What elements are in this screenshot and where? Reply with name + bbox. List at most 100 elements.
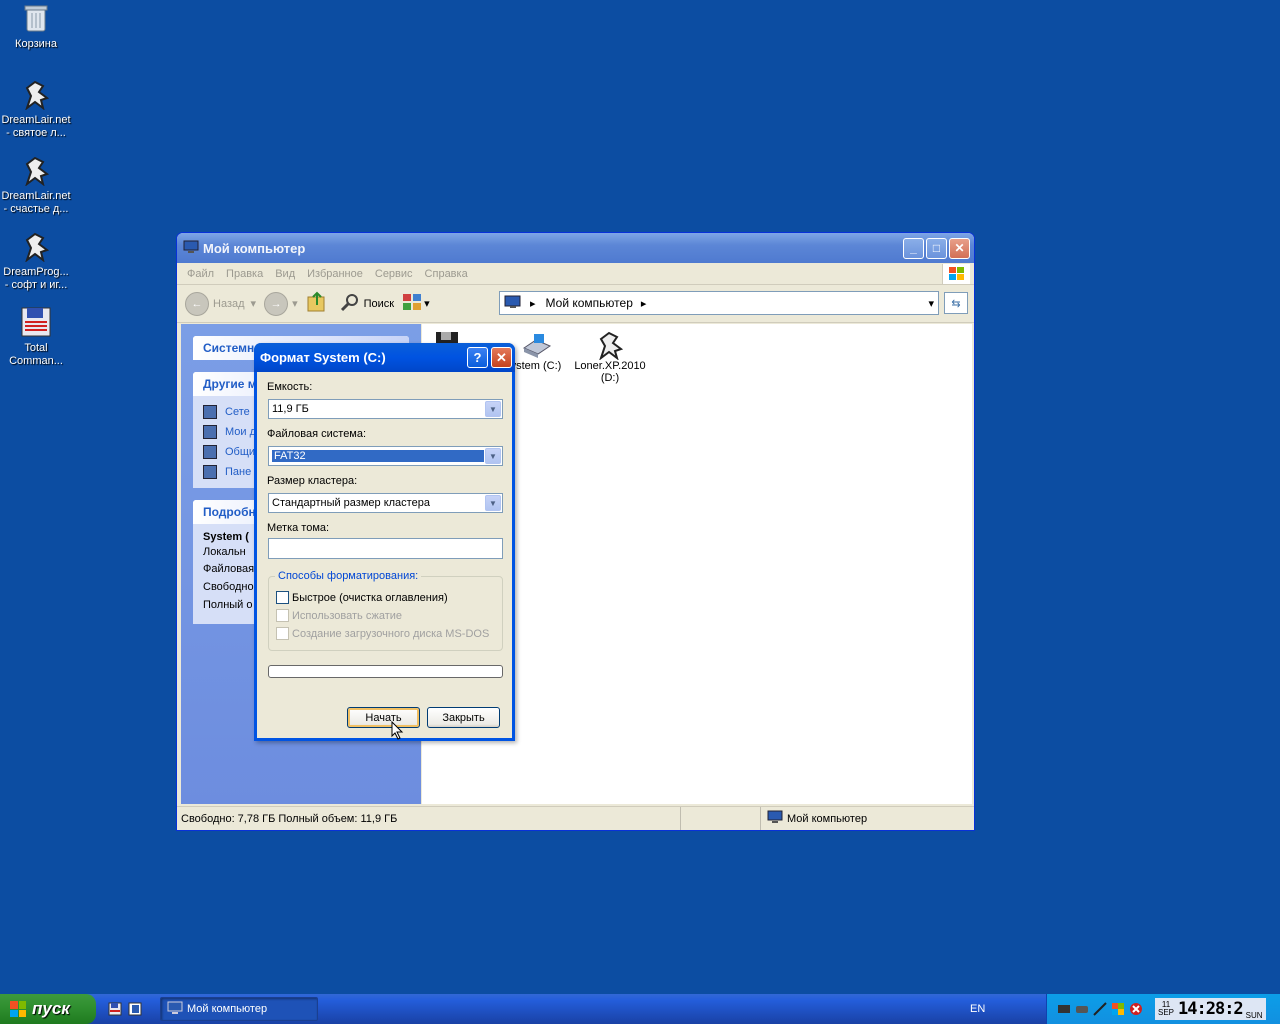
dreamlair-icon [20, 230, 52, 262]
start-button[interactable]: пуск [0, 994, 96, 1024]
close-dialog-button[interactable]: Закрыть [427, 707, 500, 728]
checkbox-box[interactable] [276, 591, 289, 604]
desktop-icon-total-commander[interactable]: Total Comman... [0, 306, 72, 368]
desktop-icon-label: DreamLair.net - святое л... [1, 114, 71, 139]
my-documents-icon [203, 425, 217, 439]
cluster-size-label: Размер кластера: [267, 475, 358, 487]
task-label: Мой компьютер [187, 1003, 268, 1015]
address-bar[interactable]: ▸ Мой компьютер ▸ ▾ ⇆ [499, 291, 968, 315]
start-button[interactable]: Начать [347, 707, 420, 728]
windows-flag-icon [10, 1001, 26, 1017]
forward-button[interactable]: → ▾ [264, 291, 298, 316]
desktop-icon-recycle-bin[interactable]: Корзина [0, 2, 72, 51]
flag-tray-icon[interactable] [1111, 1002, 1125, 1016]
filesystem-label: Файловая система: [267, 428, 367, 440]
checkbox-box [276, 609, 289, 622]
quick-format-label: Быстрое (очистка оглавления) [292, 591, 448, 604]
back-arrow-icon: ← [185, 291, 209, 316]
dropdown-arrow-icon[interactable]: ▾ [928, 297, 934, 310]
quick-format-checkbox[interactable]: Быстрое (очистка оглавления) [276, 591, 448, 604]
volume-tray-icon[interactable] [1093, 1002, 1107, 1016]
desktop-icon-dreamprog[interactable]: DreamProg... - софт и иг... [0, 230, 72, 292]
device-tray-icon[interactable] [1075, 1002, 1089, 1016]
menu-file[interactable]: Файл [187, 268, 214, 280]
network-icon [203, 405, 217, 419]
folders-view-button[interactable]: ▾ [402, 292, 430, 315]
network-tray-icon[interactable] [1057, 1002, 1071, 1016]
dialog-title: Формат System (C:) [260, 350, 386, 365]
chevron-down-icon[interactable]: ▼ [485, 448, 501, 464]
menu-edit[interactable]: Правка [226, 268, 263, 280]
dialog-close-button[interactable]: ✕ [491, 347, 512, 368]
go-button[interactable]: ⇆ [944, 292, 968, 314]
explorer-titlebar[interactable]: Мой компьютер _ □ ✕ [177, 233, 974, 263]
place-label: Пане [225, 466, 252, 478]
dreamlair-icon [570, 330, 650, 361]
format-options-group: Способы форматирования: Быстрое (очистка… [268, 570, 503, 651]
dialog-titlebar[interactable]: Формат System (C:) ? ✕ [254, 343, 515, 372]
start-label: пуск [32, 999, 70, 1018]
mouse-cursor-icon [391, 721, 404, 740]
filesystem-select[interactable]: FAT32 ▼ [268, 446, 503, 466]
search-button[interactable]: Поиск [340, 292, 394, 315]
capacity-label: Емкость: [267, 381, 313, 393]
security-alert-tray-icon[interactable] [1129, 1002, 1143, 1016]
search-icon [340, 292, 360, 315]
quick-launch-show-desktop-icon[interactable] [128, 1002, 142, 1016]
menu-tools[interactable]: Сервис [375, 268, 413, 280]
computer-icon [504, 295, 522, 312]
status-free-space: Свободно: 7,78 ГБ Полный объем: 11,9 ГБ [177, 807, 681, 830]
clock-time: 14:28:2 [1178, 999, 1244, 1019]
cluster-size-select[interactable]: Стандартный размер кластера ▼ [268, 493, 503, 513]
cluster-size-value: Стандартный размер кластера [272, 497, 430, 509]
address-text: Мой компьютер [545, 296, 633, 310]
windows-logo-icon [942, 264, 970, 284]
clock-weekday: SUN [1245, 1011, 1263, 1020]
computer-icon [767, 810, 783, 827]
volume-label-input[interactable] [268, 538, 503, 559]
status-divider [681, 807, 761, 830]
chevron-down-icon[interactable]: ▼ [485, 495, 501, 511]
maximize-button[interactable]: □ [926, 237, 947, 259]
compression-label: Использовать сжатие [292, 609, 403, 622]
dreamlair-icon [20, 154, 52, 186]
desktop-icon-label: Total Comman... [9, 342, 63, 367]
desktop-icon-dreamlair-1[interactable]: DreamLair.net - святое л... [0, 78, 72, 140]
compression-checkbox: Использовать сжатие [276, 609, 402, 622]
back-label: Назад [213, 297, 245, 310]
format-dialog[interactable]: Формат System (C:) ? ✕ Емкость: 11,9 ГБ … [254, 343, 515, 741]
format-options-label: Способы форматирования: [275, 570, 422, 582]
menu-view[interactable]: Вид [275, 268, 295, 280]
clock[interactable]: 11 SEP 14:28:2 SUN [1155, 998, 1266, 1020]
checkbox-box [276, 627, 289, 640]
language-indicator[interactable]: EN [970, 1003, 985, 1015]
status-location: Мой компьютер [761, 810, 974, 827]
quick-launch-total-commander-icon[interactable] [108, 1002, 122, 1016]
drive-d-item[interactable]: Loner.XP.2010 (D:) [570, 330, 650, 384]
help-button[interactable]: ? [467, 347, 488, 368]
window-title: Мой компьютер [203, 240, 306, 256]
up-folder-button[interactable] [306, 291, 328, 316]
taskbar-task-my-computer[interactable]: Мой компьютер [160, 997, 318, 1021]
menu-bar: Файл Правка Вид Избранное Сервис Справка [177, 263, 974, 285]
minimize-button[interactable]: _ [903, 237, 924, 259]
capacity-select[interactable]: 11,9 ГБ ▼ [268, 399, 503, 419]
back-button[interactable]: ← Назад ▾ [185, 291, 256, 316]
menu-help[interactable]: Справка [425, 268, 468, 280]
close-button[interactable]: ✕ [949, 237, 970, 259]
floppy-disk-icon [20, 306, 52, 338]
filesystem-value: FAT32 [272, 450, 484, 462]
dreamlair-icon [20, 78, 52, 110]
desktop-icon-dreamlair-2[interactable]: DreamLair.net - счастье д... [0, 154, 72, 216]
status-bar: Свободно: 7,78 ГБ Полный объем: 11,9 ГБ … [177, 806, 974, 830]
menu-favorites[interactable]: Избранное [307, 268, 363, 280]
status-location-label: Мой компьютер [787, 812, 868, 825]
chevron-down-icon[interactable]: ▼ [485, 401, 501, 417]
place-label: Общи [225, 446, 256, 458]
format-progress-bar [268, 665, 503, 678]
taskbar: пуск Мой компьютер EN 11 SEP 14:28:2 SUN [0, 994, 1280, 1024]
clock-month: SEP [1158, 1008, 1175, 1017]
up-folder-icon [306, 291, 328, 316]
msdos-boot-label: Создание загрузочного диска MS-DOS [292, 627, 490, 640]
computer-icon [183, 240, 199, 257]
